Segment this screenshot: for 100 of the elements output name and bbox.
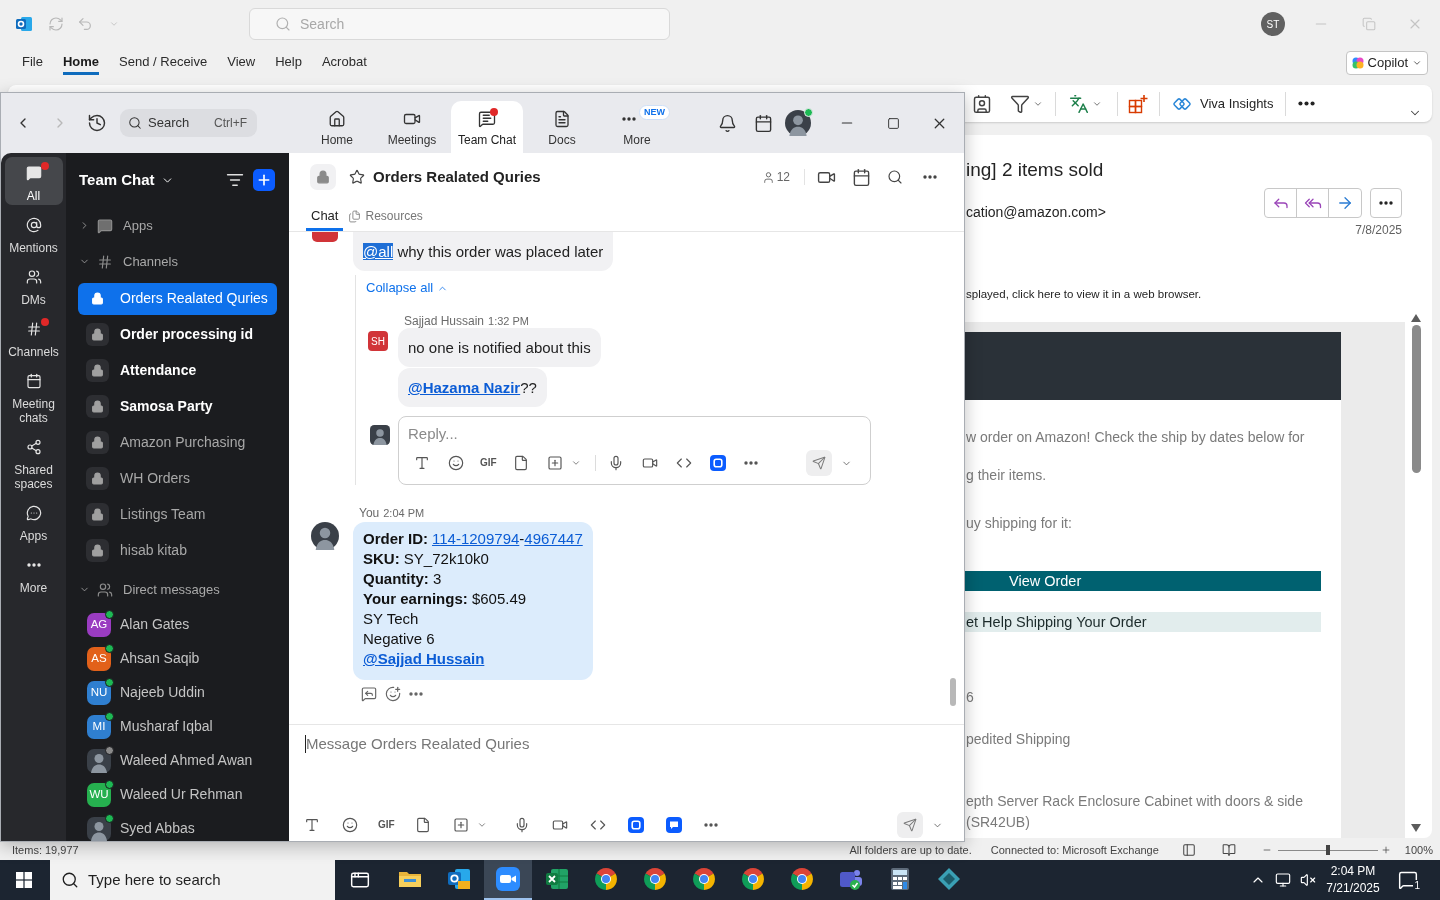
team-chat-menu[interactable]: Team Chat — [79, 169, 174, 192]
order-link[interactable]: 4967447 — [524, 530, 583, 547]
ribbon-tab[interactable]: View — [227, 51, 256, 75]
rail-item[interactable]: Mentions — [4, 209, 63, 257]
text-format-icon[interactable] — [414, 455, 430, 471]
channel-item[interactable]: Samosa Party — [78, 390, 277, 423]
direct-message-item[interactable]: Waleed Ahmed Awan — [78, 743, 277, 778]
account-avatar[interactable]: ST — [1261, 12, 1285, 36]
search-field[interactable]: Search Ctrl+F — [120, 109, 257, 137]
ribbon-tab[interactable]: File — [22, 51, 43, 75]
code-icon[interactable] — [675, 455, 692, 471]
mention-link[interactable]: @Hazama Nazir — [408, 379, 521, 396]
rail-item[interactable]: Meeting chats — [4, 365, 63, 427]
section-header[interactable]: Channels — [78, 243, 277, 280]
zoom-slider[interactable] — [1277, 844, 1378, 856]
nav-tab[interactable]: Home — [301, 101, 373, 153]
add-in-icon[interactable] — [1128, 93, 1148, 114]
channel-item[interactable]: WH Orders — [78, 462, 277, 495]
zoom-slider-thumb[interactable] — [1325, 845, 1330, 855]
normal-view-icon[interactable] — [1181, 843, 1196, 857]
channel-item[interactable]: Orders Realated Quries — [78, 282, 277, 315]
rail-item[interactable]: More — [4, 549, 63, 597]
reading-view-icon[interactable] — [1221, 843, 1236, 857]
message-input[interactable]: Message Orders Realated Quries — [305, 734, 948, 754]
ribbon-tab[interactable]: Home — [62, 51, 100, 75]
app-tile-icon[interactable] — [627, 817, 644, 833]
more-icon[interactable] — [923, 175, 937, 179]
channel-item[interactable]: hisab kitab — [78, 534, 277, 567]
ribbon-tab[interactable]: Acrobat — [321, 51, 367, 75]
star-icon[interactable] — [349, 169, 365, 185]
view-order-button[interactable]: View Order — [965, 571, 1321, 591]
screenshot-icon[interactable] — [546, 455, 563, 471]
scroll-down-icon[interactable] — [1411, 824, 1421, 832]
nav-tab[interactable]: Docs — [526, 101, 598, 153]
send-button[interactable] — [806, 450, 832, 476]
taskbar-search-field[interactable]: Type here to search — [50, 860, 335, 900]
mention-link[interactable]: @all — [363, 243, 394, 260]
order-link[interactable]: 114-1209794 — [432, 530, 520, 547]
section-header[interactable]: Apps — [78, 207, 277, 244]
gif-button[interactable]: GIF — [378, 817, 395, 833]
maximize-icon[interactable] — [887, 116, 900, 130]
translate-icon[interactable] — [1069, 93, 1089, 114]
rail-item[interactable]: Channels — [4, 313, 63, 361]
add-reaction-icon[interactable] — [385, 686, 401, 702]
shipping-help-button[interactable]: et Help Shipping Your Order — [965, 612, 1321, 632]
rail-item[interactable]: Shared spaces — [4, 431, 63, 493]
app-tile-icon[interactable] — [709, 455, 726, 471]
gif-button[interactable]: GIF — [480, 455, 497, 471]
notification-bell-icon[interactable] — [718, 113, 737, 133]
text-format-icon[interactable] — [304, 817, 320, 833]
file-icon[interactable] — [512, 455, 529, 471]
caret-icon[interactable] — [476, 820, 487, 830]
reply-in-thread-icon[interactable] — [361, 686, 377, 702]
notifications-button[interactable]: 1 — [1390, 860, 1426, 900]
contact-card-icon[interactable] — [972, 93, 992, 114]
channel-item[interactable]: Order processing id — [78, 318, 277, 351]
copilot-button[interactable]: Copilot — [1345, 51, 1428, 75]
network-icon[interactable] — [1275, 872, 1291, 888]
history-icon[interactable] — [87, 113, 107, 133]
search-icon[interactable] — [887, 169, 903, 185]
emoji-icon[interactable] — [342, 817, 358, 833]
viva-insights-button[interactable]: Viva Insights — [1172, 93, 1274, 114]
browser-view-notice[interactable]: splayed, click here to view it in a web browser. — [965, 286, 1432, 302]
channel-item[interactable]: Attendance — [78, 354, 277, 387]
ribbon-tab[interactable]: Help — [275, 51, 302, 75]
scrollbar-thumb[interactable] — [950, 678, 956, 706]
caret-icon[interactable] — [570, 458, 581, 468]
new-chat-button[interactable] — [253, 169, 275, 192]
filter-icon[interactable] — [1010, 93, 1030, 114]
screenshot-icon[interactable] — [452, 817, 469, 833]
clock[interactable]: 2:04 PM 7/21/2025 — [1320, 863, 1386, 897]
channel-item[interactable]: Amazon Purchasing — [78, 426, 277, 459]
direct-message-item[interactable]: MI Musharaf Iqbal — [78, 709, 277, 744]
chat-tab[interactable]: Resources — [348, 201, 423, 231]
direct-message-item[interactable]: AS Ahsan Saqib — [78, 641, 277, 676]
scrollbar-thumb[interactable] — [1411, 325, 1421, 473]
calendar-icon[interactable] — [852, 167, 871, 187]
volume-muted-icon[interactable] — [1300, 872, 1316, 888]
code-icon[interactable] — [589, 817, 606, 833]
collapse-all-link[interactable]: Collapse all — [366, 280, 449, 296]
scroll-up-icon[interactable] — [1411, 314, 1421, 322]
mention-link[interactable]: @Sajjad Hussain — [363, 649, 485, 669]
channel-item[interactable]: Listings Team — [78, 498, 277, 531]
rail-item[interactable]: All — [4, 157, 63, 205]
ribbon-tab[interactable]: Send / Receive — [119, 51, 208, 75]
zoom-in-icon[interactable] — [1380, 845, 1391, 855]
members-button[interactable]: 12 — [761, 168, 790, 186]
more-icon[interactable] — [743, 461, 758, 465]
video-clip-icon[interactable] — [551, 817, 568, 833]
direct-message-item[interactable]: AG Alan Gates — [78, 607, 277, 642]
more-icon[interactable] — [703, 823, 718, 827]
file-icon[interactable] — [414, 817, 431, 833]
nav-tab[interactable]: Meetings — [376, 101, 448, 153]
nav-tab[interactable]: Team Chat — [451, 101, 523, 153]
app-chat-icon[interactable] — [665, 817, 682, 833]
video-clip-icon[interactable] — [641, 455, 658, 471]
direct-message-item[interactable]: WU Waleed Ur Rehman — [78, 777, 277, 812]
direct-message-item[interactable]: NU Najeeb Uddin — [78, 675, 277, 710]
reply-input[interactable]: Reply... — [408, 424, 861, 444]
more-icon[interactable] — [1298, 101, 1316, 106]
